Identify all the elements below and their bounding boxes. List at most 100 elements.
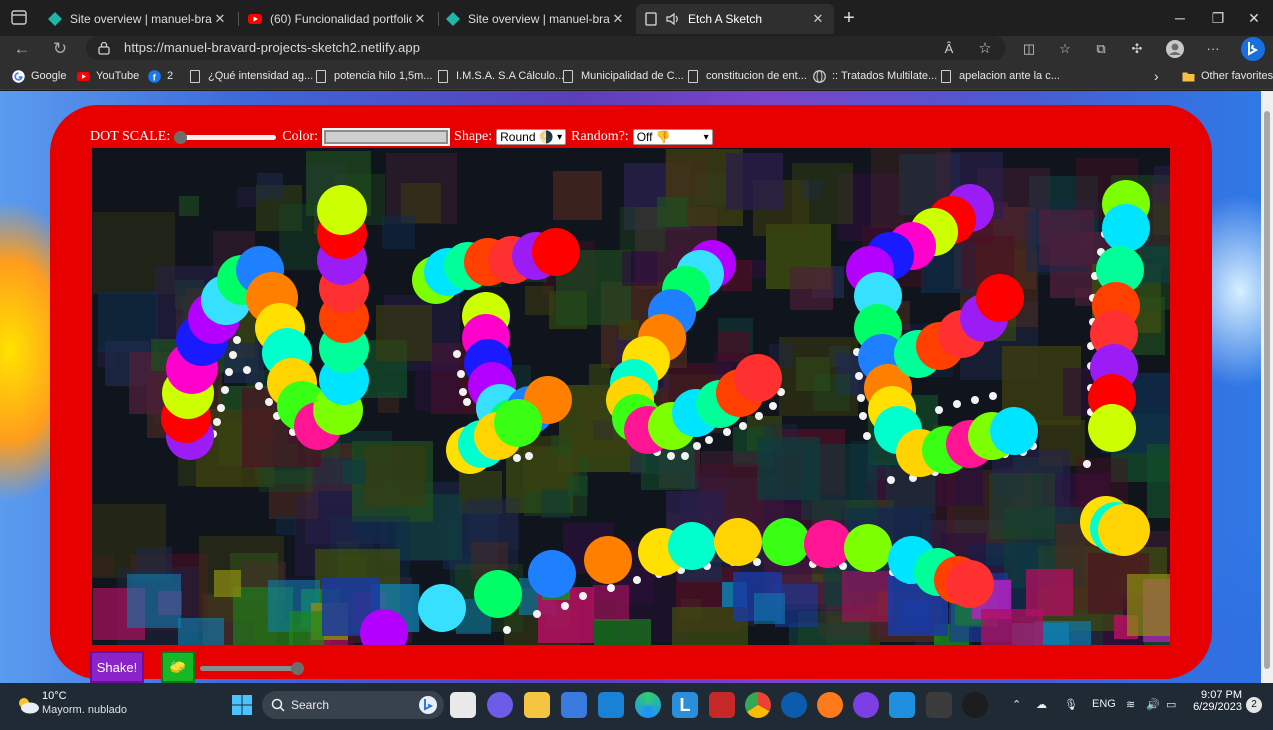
canvas-tile: [568, 476, 588, 496]
chevron-down-icon: ▾: [703, 131, 709, 143]
sketch-dot: [255, 382, 263, 390]
back-icon[interactable]: ←: [10, 38, 34, 60]
battery-icon[interactable]: ▭: [1166, 698, 1176, 711]
globe-icon: [813, 69, 826, 83]
taskbar-search[interactable]: Search: [262, 691, 444, 719]
tab-etch-a-sketch[interactable]: Etch A Sketch ✕: [636, 4, 834, 34]
canvas-tile: [589, 364, 610, 385]
close-tab-icon[interactable]: ✕: [412, 11, 428, 27]
sketch-dot: [953, 400, 961, 408]
canvas-tile: [415, 364, 462, 411]
weather-description[interactable]: Mayorm. nublado: [42, 704, 127, 716]
microsoft-store-icon[interactable]: [561, 692, 587, 718]
split-screen-icon[interactable]: ◫: [1018, 39, 1040, 59]
shake-button[interactable]: Shake!: [90, 651, 144, 683]
sketch-dot: [705, 436, 713, 444]
bookmark-intensidad[interactable]: ¿Qué intensidad ag...: [190, 68, 313, 84]
clock[interactable]: 9:07 PM 6/29/2023: [1190, 689, 1242, 713]
wifi-icon[interactable]: ≋: [1126, 698, 1135, 711]
windows-start-icon[interactable]: [229, 692, 255, 718]
random-label: Random?:: [571, 129, 629, 144]
speaker-icon[interactable]: [666, 12, 680, 26]
other-favorites[interactable]: Other favorites: [1182, 68, 1273, 84]
sketch-dot: [533, 610, 541, 618]
collections-icon[interactable]: ⧉: [1090, 39, 1112, 59]
chrome-icon[interactable]: [745, 692, 771, 718]
linkedin-learning-icon[interactable]: L: [672, 692, 698, 718]
minimize-button[interactable]: ─: [1162, 6, 1198, 30]
cloud-sun-icon[interactable]: [16, 695, 40, 715]
slider-thumb[interactable]: [174, 131, 188, 144]
show-hidden-icons[interactable]: ⌃: [1012, 698, 1021, 711]
sketch-dot: [607, 584, 615, 592]
eraser-button[interactable]: 🧽: [161, 651, 195, 683]
bookmark-potencia-hilo[interactable]: potencia hilo 1,5m...: [316, 68, 432, 84]
slider-thumb[interactable]: [291, 662, 304, 675]
close-tab-icon[interactable]: ✕: [810, 11, 826, 27]
bookmark-facebook[interactable]: f 2: [148, 68, 173, 84]
canvas-tile: [726, 153, 783, 210]
edge-browser-icon[interactable]: [635, 692, 661, 718]
teams-chat-icon[interactable]: [487, 692, 513, 718]
bookmark-municipalidad[interactable]: Municipalidad de C...: [563, 68, 684, 84]
microphone-icon[interactable]: 🎙: [1064, 698, 1078, 711]
refresh-icon[interactable]: ↻: [48, 38, 72, 60]
tab-site-overview-2[interactable]: Site overview | manuel-bravard-p ✕: [438, 4, 634, 34]
bookmark-constitucion[interactable]: constitucion de ent...: [688, 68, 807, 84]
bookmark-apelacion[interactable]: apelacion ante la c...: [941, 68, 1060, 84]
favorite-star-icon[interactable]: ☆: [974, 39, 996, 59]
sketch-dot: [1083, 460, 1091, 468]
color-picker[interactable]: [322, 128, 451, 146]
shape-select[interactable]: Round 🌗 ▾: [496, 129, 567, 145]
onedrive-icon[interactable]: ☁: [1036, 698, 1047, 711]
sketch-dot: [667, 452, 675, 460]
volume-icon[interactable]: 🔊: [1146, 698, 1160, 711]
file-explorer-icon[interactable]: [524, 692, 550, 718]
tab-youtube[interactable]: (60) Funcionalidad portfolio vani ✕: [240, 4, 436, 34]
bing-copilot-icon[interactable]: [1240, 36, 1265, 61]
mail-icon[interactable]: [598, 692, 624, 718]
lock-icon[interactable]: [98, 41, 110, 55]
bookmark-google[interactable]: Google: [12, 68, 66, 84]
tab-actions-icon[interactable]: [6, 6, 32, 30]
firefox-dev-icon[interactable]: [781, 692, 807, 718]
page-scrollbar[interactable]: [1261, 91, 1273, 683]
profile-avatar-icon[interactable]: [1164, 39, 1186, 59]
favorites-icon[interactable]: ☆: [1054, 39, 1076, 59]
url-text[interactable]: https://manuel-bravard-projects-sketch2.…: [124, 40, 420, 55]
close-tab-icon[interactable]: ✕: [610, 11, 626, 27]
tab-site-overview-1[interactable]: Site overview | manuel-bravard-p ✕: [40, 4, 236, 34]
maximize-button[interactable]: ❐: [1200, 6, 1236, 30]
bookmark-tratados[interactable]: :: Tratados Multilate...: [813, 68, 937, 84]
weather-temperature[interactable]: 10°C: [42, 690, 67, 702]
bookmark-imsa[interactable]: I.M.S.A. S.A Cálculo...: [438, 68, 564, 84]
address-bar[interactable]: https://manuel-bravard-projects-sketch2.…: [86, 36, 1006, 60]
drawing-canvas[interactable]: [92, 148, 1170, 645]
terminal-icon[interactable]: [926, 692, 952, 718]
random-select[interactable]: Off 👎 ▾: [632, 129, 713, 145]
vscode-icon[interactable]: [889, 692, 915, 718]
eraser-icon: 🧽: [169, 659, 187, 674]
sketch-dot: [474, 570, 522, 618]
chevron-right-icon[interactable]: ›: [1154, 68, 1159, 84]
more-options-icon[interactable]: ···: [1202, 39, 1224, 59]
firefox-icon[interactable]: [817, 692, 843, 718]
extensions-icon[interactable]: ✣: [1126, 39, 1148, 59]
dot-scale-slider[interactable]: [174, 131, 277, 144]
discord-icon[interactable]: [853, 692, 879, 718]
new-tab-button[interactable]: +: [838, 8, 860, 30]
close-tab-icon[interactable]: ✕: [212, 11, 228, 27]
notification-badge[interactable]: 2: [1246, 697, 1262, 713]
mcafee-icon[interactable]: [709, 692, 735, 718]
scrollbar-thumb[interactable]: [1264, 111, 1270, 669]
canvas-tile: [622, 251, 657, 286]
github-desktop-icon[interactable]: [962, 692, 988, 718]
language-indicator[interactable]: ENG: [1092, 698, 1116, 710]
close-window-button[interactable]: ✕: [1236, 6, 1272, 30]
canvas-tile: [657, 197, 687, 227]
opacity-slider[interactable]: [200, 662, 304, 675]
task-view-icon[interactable]: [450, 692, 476, 718]
bookmark-youtube[interactable]: YouTube: [77, 68, 139, 84]
read-aloud-icon[interactable]: Â: [938, 39, 960, 59]
youtube-icon: [77, 71, 90, 81]
